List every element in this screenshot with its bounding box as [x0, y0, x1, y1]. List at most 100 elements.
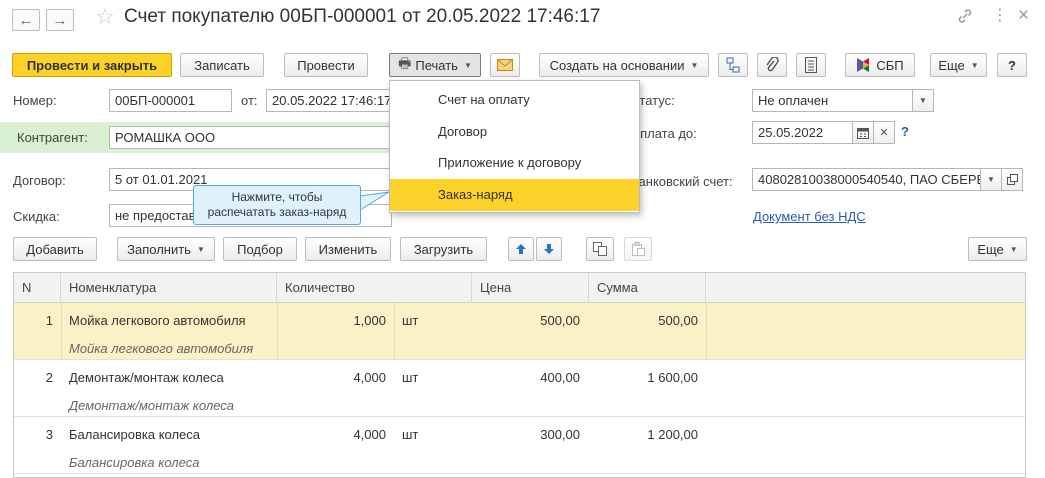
report-button[interactable]: [796, 53, 826, 77]
pay-until-field[interactable]: 25.05.2022: [752, 121, 853, 144]
row-unit[interactable]: шт: [402, 370, 418, 385]
number-field[interactable]: 00БП-000001: [109, 89, 232, 112]
selection-button[interactable]: Подбор: [223, 237, 297, 261]
paste-rows-button[interactable]: [624, 237, 652, 261]
row-price[interactable]: 300,00: [472, 427, 580, 442]
contractor-label: Контрагент:: [17, 130, 88, 145]
column-header-sum[interactable]: Сумма: [589, 273, 706, 303]
save-button[interactable]: Записать: [180, 53, 264, 77]
back-button[interactable]: ←: [12, 9, 40, 31]
fill-button[interactable]: Заполнить ▼: [117, 237, 215, 261]
pay-until-label: Оплата до:: [630, 126, 697, 141]
discount-label: Скидка:: [13, 209, 60, 224]
document-without-vat-link[interactable]: Документ без НДС: [753, 209, 866, 224]
post-button[interactable]: Провести: [284, 53, 368, 77]
row-nomenclature-detail: Балансировка колеса: [69, 455, 200, 470]
document-list-icon: [805, 57, 817, 73]
date-field[interactable]: 20.05.2022 17:46:17: [266, 89, 392, 112]
row-quantity[interactable]: 4,000: [277, 427, 386, 442]
hint-text-line1: Нажмите, чтобы: [231, 190, 323, 204]
arrow-left-icon: ←: [18, 11, 34, 29]
number-label: Номер:: [13, 93, 57, 108]
callout-pointer: [359, 191, 390, 211]
menu-item-work-order[interactable]: Заказ-наряд: [390, 179, 639, 211]
copy-rows-button[interactable]: [586, 237, 614, 261]
row-price[interactable]: 400,00: [472, 370, 580, 385]
row-nomenclature[interactable]: Демонтаж/монтаж колеса: [69, 370, 224, 385]
menu-item-contract-appendix[interactable]: Приложение к договору: [390, 147, 639, 179]
favorite-star-icon[interactable]: ☆: [95, 6, 115, 28]
attach-button[interactable]: [757, 53, 787, 77]
row-number: 3: [45, 427, 53, 442]
column-header-nomenclature[interactable]: Номенклатура: [61, 273, 277, 303]
bank-account-label: Банковский счет:: [630, 174, 733, 189]
hint-text-line2: распечатать заказ-наряд: [207, 205, 347, 219]
chevron-down-icon: ▼: [987, 175, 995, 184]
contractor-field[interactable]: РОМАШКА ООО: [109, 126, 392, 149]
status-dropdown-button[interactable]: ▼: [912, 89, 934, 112]
move-up-button[interactable]: [508, 237, 534, 261]
row-number: 1: [45, 313, 53, 328]
load-button[interactable]: Загрузить: [400, 237, 487, 261]
help-link[interactable]: ?: [901, 124, 909, 139]
row-divider: [394, 303, 395, 360]
column-header-quantity[interactable]: Количество: [277, 273, 472, 303]
copy-icon: [593, 242, 607, 256]
post-and-close-button[interactable]: Провести и закрыть: [12, 53, 172, 77]
print-button[interactable]: 🖶 Печать ▼: [389, 53, 481, 77]
row-sum[interactable]: 1 200,00: [589, 427, 698, 442]
print-dropdown-menu: Счет на оплату Договор Приложение к дого…: [389, 80, 640, 213]
bank-account-field[interactable]: 40802810038000540540, ПАО СБЕРБАНК: [752, 168, 981, 191]
edit-button[interactable]: Изменить: [305, 237, 391, 261]
row-unit[interactable]: шт: [402, 313, 418, 328]
row-nomenclature[interactable]: Балансировка колеса: [69, 427, 200, 442]
table-row[interactable]: 2 Демонтаж/монтаж колеса Демонтаж/монтаж…: [14, 360, 1025, 417]
forward-button[interactable]: →: [46, 9, 74, 31]
table-row[interactable]: 3 Балансировка колеса Балансировка колес…: [14, 417, 1025, 474]
sbp-button[interactable]: СБП: [845, 53, 915, 77]
row-quantity[interactable]: 1,000: [277, 313, 386, 328]
status-field[interactable]: Не оплачен: [752, 89, 913, 112]
table-row[interactable]: 1 Мойка легкового автомобиля Мойка легко…: [14, 303, 1025, 360]
page-title: Счет покупателю 00БП-000001 от 20.05.202…: [124, 6, 601, 27]
link-icon[interactable]: [957, 8, 973, 28]
column-header-price[interactable]: Цена: [472, 273, 589, 303]
move-down-button[interactable]: [536, 237, 562, 261]
row-number: 2: [45, 370, 53, 385]
row-nomenclature[interactable]: Мойка легкового автомобиля: [69, 313, 246, 328]
chevron-down-icon: ▼: [1009, 244, 1018, 254]
chevron-down-icon: ▼: [196, 244, 205, 254]
help-button[interactable]: ?: [997, 53, 1027, 77]
row-unit[interactable]: шт: [402, 427, 418, 442]
email-button[interactable]: [490, 53, 520, 77]
row-sum[interactable]: 1 600,00: [589, 370, 698, 385]
more-button[interactable]: Еще ▼: [930, 53, 987, 77]
date-label: от:: [241, 93, 258, 108]
sbp-logo-icon: [857, 58, 870, 72]
column-header-n[interactable]: N: [14, 273, 61, 303]
row-sum[interactable]: 500,00: [589, 313, 698, 328]
contract-label: Договор:: [13, 173, 66, 188]
structure-button[interactable]: [718, 53, 748, 77]
bank-open-button[interactable]: [1001, 168, 1023, 191]
menu-item-invoice[interactable]: Счет на оплату: [390, 84, 639, 116]
envelope-icon: [497, 59, 513, 71]
row-price[interactable]: 500,00: [472, 313, 580, 328]
calendar-icon: [857, 127, 869, 139]
hint-callout: Нажмите, чтобы распечатать заказ-наряд: [193, 185, 361, 225]
more-vertical-icon[interactable]: ⋮: [992, 8, 1008, 24]
arrow-right-icon: →: [52, 11, 68, 29]
calendar-button[interactable]: [852, 121, 874, 144]
menu-item-contract[interactable]: Договор: [390, 116, 639, 148]
open-window-icon: [1006, 174, 1018, 185]
clear-date-button[interactable]: ✕: [873, 121, 895, 144]
printer-icon: 🖶: [398, 55, 412, 71]
bank-dropdown-button[interactable]: ▼: [980, 168, 1002, 191]
row-quantity[interactable]: 4,000: [277, 370, 386, 385]
close-icon[interactable]: ×: [1018, 6, 1029, 25]
arrow-up-icon: [516, 244, 526, 254]
table-more-button[interactable]: Еще ▼: [968, 237, 1027, 261]
goods-table: N Номенклатура Количество Цена Сумма 1 М…: [13, 272, 1026, 478]
add-row-button[interactable]: Добавить: [13, 237, 97, 261]
create-based-on-button[interactable]: Создать на основании ▼: [539, 53, 709, 77]
